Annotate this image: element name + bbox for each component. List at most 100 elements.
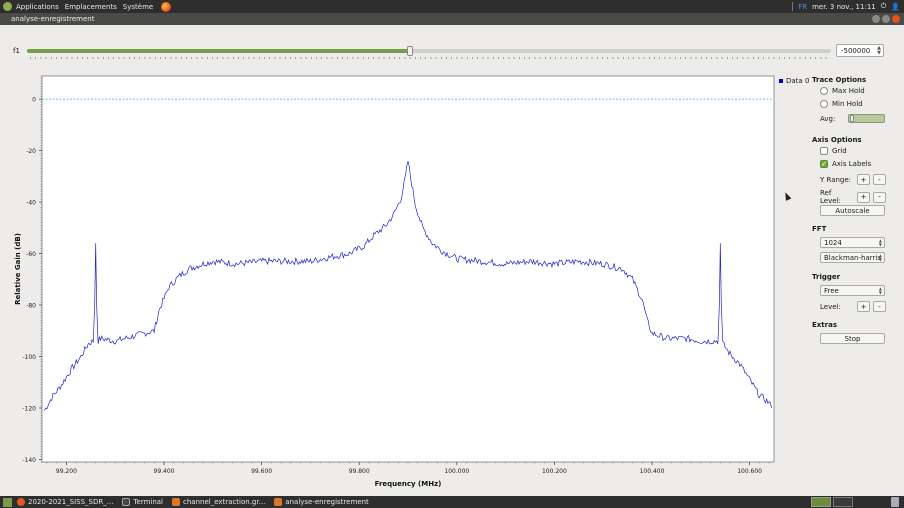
y-tick-label: -100 bbox=[22, 354, 36, 361]
x-tick-label: 100.400 bbox=[640, 468, 665, 475]
avg-label: Avg: bbox=[820, 115, 836, 123]
mouse-cursor-icon bbox=[782, 191, 792, 201]
workspace-1-button[interactable] bbox=[811, 497, 831, 507]
y-tick-label: -80 bbox=[26, 303, 36, 310]
menu-system[interactable]: Système bbox=[123, 3, 153, 11]
avg-row: Avg: bbox=[820, 115, 835, 123]
gnuradio-icon bbox=[274, 498, 283, 506]
window-function-select[interactable]: Blackman-harris ▲ ▼ bbox=[820, 252, 885, 263]
x-tick-label: 99.400 bbox=[154, 468, 175, 475]
top-panel: Applications Emplacements Système FR mer… bbox=[0, 0, 904, 13]
spin-arrows-icon[interactable]: ▲ ▼ bbox=[877, 46, 881, 56]
y-range-minus-button[interactable]: - bbox=[873, 174, 886, 185]
trigger-mode-select[interactable]: Free ▲ ▼ bbox=[820, 285, 885, 296]
menu-places[interactable]: Emplacements bbox=[65, 3, 117, 11]
minimize-window-button[interactable] bbox=[872, 15, 880, 23]
min-hold-label: Min Hold bbox=[832, 100, 863, 108]
y-range-label: Y Range: bbox=[820, 175, 852, 184]
ref-level-label: Ref Level: bbox=[820, 189, 841, 205]
y-axis-label: Relative Gain (dB) bbox=[14, 233, 22, 305]
x-axis-label: Frequency (MHz) bbox=[375, 480, 442, 488]
trigger-level-row: Level: + - bbox=[820, 301, 886, 312]
x-tick-label: 99.600 bbox=[251, 468, 272, 475]
f1-control-row: f1 -500000 ▲ ▼ bbox=[0, 42, 904, 60]
keyboard-layout-indicator[interactable]: FR bbox=[798, 3, 807, 11]
min-hold-checkbox[interactable] bbox=[820, 100, 828, 108]
trash-icon[interactable] bbox=[891, 497, 899, 507]
taskbar-item-label: channel_extraction.gr... bbox=[183, 498, 266, 506]
legend-swatch bbox=[779, 79, 783, 83]
x-tick-label: 99.800 bbox=[349, 468, 370, 475]
trigger-title: Trigger bbox=[812, 273, 841, 281]
f1-slider-ticks bbox=[30, 57, 830, 59]
ref-level-row: Ref Level: + - bbox=[820, 189, 886, 205]
x-tick-label: 99.200 bbox=[56, 468, 77, 475]
max-hold-checkbox[interactable] bbox=[820, 87, 828, 95]
max-hold-option[interactable]: Max Hold bbox=[820, 87, 865, 95]
f1-spinbox[interactable]: -500000 ▲ ▼ bbox=[836, 44, 884, 57]
window-function-value: Blackman-harris bbox=[824, 254, 881, 262]
avg-slider-handle[interactable] bbox=[850, 115, 854, 122]
fft-plot[interactable]: 0 -20 -40 -60 -80 -100 -120 -140 99.200 99.400 99.… bbox=[0, 70, 780, 490]
menu-applications[interactable]: Applications bbox=[16, 3, 59, 11]
grid-checkbox[interactable] bbox=[820, 147, 828, 155]
taskbar-item-label: Terminal bbox=[133, 498, 164, 506]
combo-arrows-icon: ▲ ▼ bbox=[878, 253, 882, 262]
axis-labels-checkbox[interactable]: ✓ bbox=[820, 160, 828, 168]
taskbar-item[interactable]: channel_extraction.gr... bbox=[172, 498, 265, 506]
autoscale-button[interactable]: Autoscale bbox=[820, 205, 885, 216]
y-range-plus-button[interactable]: + bbox=[857, 174, 870, 185]
distro-logo-icon[interactable] bbox=[3, 2, 12, 11]
ref-level-plus-button[interactable]: + bbox=[857, 191, 870, 203]
min-hold-option[interactable]: Min Hold bbox=[820, 100, 863, 108]
y-tick-label: -140 bbox=[22, 457, 36, 464]
f1-slider-handle[interactable] bbox=[406, 46, 413, 56]
power-icon[interactable]: ⏻ bbox=[881, 2, 887, 11]
f1-value: -500000 bbox=[841, 47, 871, 55]
plot-area bbox=[41, 75, 775, 463]
terminal-icon bbox=[122, 498, 131, 506]
taskbar-item-label: 2020-2021_SISS_SDR_... bbox=[28, 498, 114, 506]
stop-button[interactable]: Stop bbox=[820, 333, 885, 344]
trace-options-title: Trace Options bbox=[812, 76, 867, 84]
ref-level-minus-button[interactable]: - bbox=[873, 191, 886, 203]
fft-size-value: 1024 bbox=[824, 239, 842, 247]
taskbar-item[interactable]: Terminal bbox=[122, 498, 163, 506]
avg-slider[interactable] bbox=[848, 114, 885, 123]
trigger-level-minus-button[interactable]: - bbox=[873, 301, 886, 312]
combo-arrows-icon: ▲ ▼ bbox=[878, 238, 882, 247]
trigger-level-label: Level: bbox=[820, 302, 841, 311]
clock[interactable]: mer. 3 nov., 11:11 bbox=[812, 3, 876, 11]
user-icon[interactable]: 👤 bbox=[891, 3, 900, 11]
maximize-window-button[interactable] bbox=[882, 15, 890, 23]
close-window-button[interactable] bbox=[892, 15, 900, 23]
y-tick-label: -40 bbox=[26, 200, 36, 207]
fft-title: FFT bbox=[812, 225, 827, 233]
taskbar: 2020-2021_SISS_SDR_... Terminal channel_… bbox=[0, 496, 904, 508]
firefox-icon bbox=[17, 498, 25, 506]
combo-arrows-icon: ▲ ▼ bbox=[878, 286, 882, 295]
taskbar-item[interactable]: 2020-2021_SISS_SDR_... bbox=[17, 498, 113, 506]
axis-labels-option[interactable]: ✓ Axis Labels bbox=[820, 160, 871, 168]
gnuradio-icon bbox=[172, 498, 181, 506]
plot-legend: Data 0 bbox=[779, 77, 809, 85]
window-titlebar[interactable]: analyse-enregistrement bbox=[0, 13, 904, 25]
grid-label: Grid bbox=[832, 147, 847, 155]
x-tick-label: 100.600 bbox=[737, 468, 762, 475]
taskbar-item[interactable]: analyse-enregistrement bbox=[274, 498, 369, 506]
show-desktop-icon[interactable] bbox=[3, 497, 12, 507]
trigger-level-plus-button[interactable]: + bbox=[857, 301, 870, 312]
firefox-icon[interactable] bbox=[161, 1, 172, 12]
axis-labels-label: Axis Labels bbox=[832, 160, 872, 168]
separator bbox=[792, 2, 794, 11]
workspace-2-button[interactable] bbox=[833, 497, 853, 507]
y-tick-label: -60 bbox=[26, 251, 36, 258]
taskbar-item-label: analyse-enregistrement bbox=[285, 498, 369, 506]
y-tick-label: 0 bbox=[32, 97, 36, 104]
y-tick-label: -120 bbox=[22, 405, 36, 412]
fft-size-select[interactable]: 1024 ▲ ▼ bbox=[820, 237, 885, 248]
f1-label: f1 bbox=[13, 47, 20, 55]
y-range-row: Y Range: + - bbox=[820, 174, 886, 185]
grid-option[interactable]: Grid bbox=[820, 147, 847, 155]
x-tick-label: 100.200 bbox=[542, 468, 567, 475]
